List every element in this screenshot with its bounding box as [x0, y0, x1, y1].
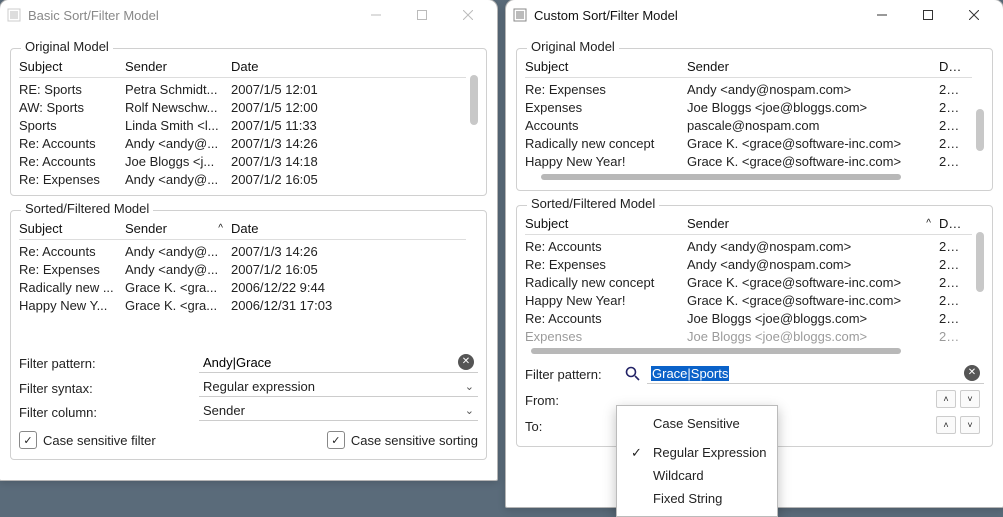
from-label: From:	[525, 393, 625, 408]
filter-column-label: Filter column:	[19, 405, 199, 420]
filter-syntax-combo[interactable]: Regular expression ⌄	[199, 379, 478, 397]
col-subject[interactable]: Subject	[525, 216, 687, 231]
group-label: Original Model	[21, 39, 113, 54]
search-icon[interactable]	[625, 366, 641, 382]
horizontal-scrollbar[interactable]	[525, 174, 984, 180]
minimize-button[interactable]	[353, 0, 399, 30]
window-title: Custom Sort/Filter Model	[534, 8, 859, 23]
table-row[interactable]: Re: AccountsAndy <andy@...2007/1/3 14:26	[19, 134, 466, 152]
step-down-icon[interactable]: ˅	[960, 416, 980, 434]
step-up-icon[interactable]: ˄	[936, 390, 956, 408]
sort-ascending-icon: ^	[218, 223, 223, 234]
table-row[interactable]: Radically new ...Grace K. <gra...2006/12…	[19, 278, 466, 296]
table-row[interactable]: Happy New Year!Grace K. <grace@software-…	[525, 152, 972, 170]
col-date[interactable]: Date	[939, 59, 972, 74]
col-date[interactable]: Date	[231, 221, 466, 236]
vertical-scrollbar[interactable]	[976, 214, 984, 344]
maximize-button[interactable]	[399, 0, 445, 30]
step-up-icon[interactable]: ˄	[936, 416, 956, 434]
step-down-icon[interactable]: ˅	[960, 390, 980, 408]
minimize-button[interactable]	[859, 0, 905, 30]
group-label: Original Model	[527, 39, 619, 54]
table-row[interactable]: AW: SportsRolf Newschw...2007/1/5 12:00	[19, 98, 466, 116]
case-sensitive-sort-checkbox[interactable]: ✓	[327, 431, 345, 449]
table-row[interactable]: Re: AccountsAndy <andy@...2007/1/3 14:26	[19, 242, 466, 260]
col-sender[interactable]: Sender	[125, 59, 231, 74]
filter-pattern-input[interactable]: Grace|Sports	[647, 364, 984, 384]
table-row[interactable]: Re: AccountsAndy <andy@nospam.com>2007/	[525, 237, 972, 255]
window-title: Basic Sort/Filter Model	[28, 8, 353, 23]
group-label: Sorted/Filtered Model	[527, 196, 659, 211]
case-sensitive-filter-checkbox[interactable]: ✓	[19, 431, 37, 449]
col-subject[interactable]: Subject	[19, 221, 125, 236]
table-row[interactable]: Happy New Year!Grace K. <grace@software-…	[525, 291, 972, 309]
menu-item-case-sensitive[interactable]: Case Sensitive	[617, 412, 777, 435]
group-label: Sorted/Filtered Model	[21, 201, 153, 216]
vertical-scrollbar[interactable]	[470, 57, 478, 185]
chevron-down-icon: ⌄	[465, 380, 474, 393]
sorted-filtered-group: Sorted/Filtered Model Subject Sender^ Da…	[10, 210, 487, 460]
clear-icon[interactable]: ✕	[458, 354, 474, 370]
titlebar-basic[interactable]: Basic Sort/Filter Model	[0, 0, 497, 30]
col-sender[interactable]: Sender^	[125, 221, 231, 236]
col-sender[interactable]: Sender	[687, 59, 939, 74]
vertical-scrollbar[interactable]	[976, 57, 984, 170]
col-date[interactable]: Date	[231, 59, 466, 74]
table-row[interactable]: Re: AccountsJoe Bloggs <joe@bloggs.com>2…	[525, 309, 972, 327]
case-sensitive-filter-label: Case sensitive filter	[43, 433, 156, 448]
custom-window: Custom Sort/Filter Model Original Model …	[505, 0, 1003, 508]
table-row[interactable]: Re: ExpensesAndy <andy@nospam.com>2007/	[525, 255, 972, 273]
original-model-table[interactable]: Subject Sender Date Re: ExpensesAndy <an…	[525, 57, 984, 170]
filter-pattern-input[interactable]	[199, 353, 478, 373]
filter-syntax-label: Filter syntax:	[19, 381, 199, 396]
menu-item-wildcard[interactable]: Wildcard	[617, 464, 777, 487]
menu-item-regex[interactable]: Regular Expression	[617, 441, 777, 464]
table-row[interactable]: Happy New Y...Grace K. <gra...2006/12/31…	[19, 296, 466, 314]
filtered-model-table[interactable]: Subject Sender^ Date Re: AccountsAndy <a…	[19, 219, 478, 339]
filter-column-combo[interactable]: Sender ⌄	[199, 403, 478, 421]
table-row[interactable]: RE: SportsPetra Schmidt...2007/1/5 12:01	[19, 80, 466, 98]
original-model-group: Original Model Subject Sender Date RE: S…	[10, 48, 487, 196]
table-row[interactable]: Re: AccountsJoe Bloggs <j...2007/1/3 14:…	[19, 152, 466, 170]
col-date[interactable]: Date	[939, 216, 972, 231]
table-row[interactable]: ExpensesJoe Bloggs <joe@bloggs.com>2006/	[525, 98, 972, 116]
clear-icon[interactable]: ✕	[964, 365, 980, 381]
table-row[interactable]: Radically new conceptGrace K. <grace@sof…	[525, 273, 972, 291]
close-button[interactable]	[445, 0, 491, 30]
app-icon	[512, 7, 528, 23]
case-sensitive-sort-label: Case sensitive sorting	[351, 433, 478, 448]
original-model-group: Original Model Subject Sender Date Re: E…	[516, 48, 993, 191]
basic-window: Basic Sort/Filter Model Original Model S…	[0, 0, 498, 481]
col-subject[interactable]: Subject	[525, 59, 687, 74]
chevron-down-icon: ⌄	[465, 404, 474, 417]
sort-ascending-icon: ^	[926, 218, 931, 229]
table-row[interactable]: Re: ExpensesAndy <andy@nospam.com>2007/	[525, 80, 972, 98]
filtered-model-table[interactable]: Subject Sender^ Date Re: AccountsAndy <a…	[525, 214, 984, 344]
combo-value: Sender	[203, 403, 245, 418]
col-subject[interactable]: Subject	[19, 59, 125, 74]
app-icon	[6, 7, 22, 23]
filter-options-menu[interactable]: Case Sensitive Regular Expression Wildca…	[616, 405, 778, 517]
col-sender[interactable]: Sender^	[687, 216, 939, 231]
table-row[interactable]: SportsLinda Smith <l...2007/1/5 11:33	[19, 116, 466, 134]
table-row[interactable]: Radically new conceptGrace K. <grace@sof…	[525, 134, 972, 152]
table-row[interactable]: Re: ExpensesAndy <andy@...2007/1/2 16:05	[19, 260, 466, 278]
filter-pattern-label: Filter pattern:	[525, 367, 625, 382]
maximize-button[interactable]	[905, 0, 951, 30]
to-label: To:	[525, 419, 625, 434]
combo-value: Regular expression	[203, 379, 315, 394]
horizontal-scrollbar[interactable]	[525, 348, 984, 354]
close-button[interactable]	[951, 0, 997, 30]
table-row[interactable]: ExpensesJoe Bloggs <joe@bloggs.com>2006/	[525, 327, 972, 344]
table-row[interactable]: Accountspascale@nospam.com2006/	[525, 116, 972, 134]
filter-pattern-label: Filter pattern:	[19, 356, 199, 371]
original-model-table[interactable]: Subject Sender Date RE: SportsPetra Schm…	[19, 57, 478, 185]
titlebar-custom[interactable]: Custom Sort/Filter Model	[506, 0, 1003, 30]
table-row[interactable]: Re: ExpensesAndy <andy@...2007/1/2 16:05	[19, 170, 466, 188]
